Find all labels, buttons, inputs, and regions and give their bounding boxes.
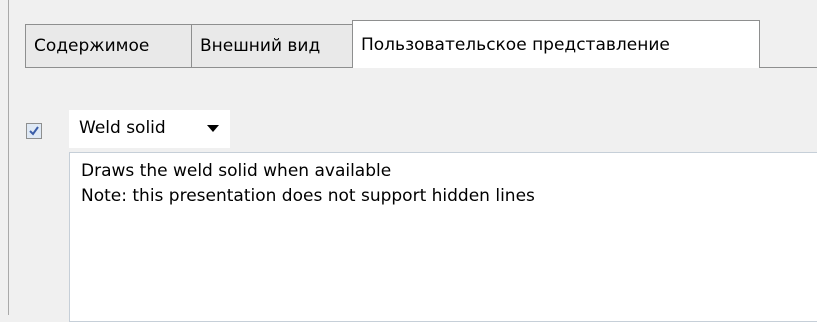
presentation-dropdown[interactable]: Weld solid <box>69 110 230 148</box>
tab-user-representation[interactable]: Пользовательское представление <box>352 20 760 68</box>
presentation-enabled-checkbox[interactable] <box>26 123 42 139</box>
presentation-dropdown-value: Weld solid <box>79 118 166 138</box>
chevron-down-icon <box>207 125 219 132</box>
tab-appearance[interactable]: Внешний вид <box>191 24 353 67</box>
panel-left-border <box>8 0 9 315</box>
tab-contents[interactable]: Содержимое <box>25 24 192 67</box>
checkmark-icon <box>29 126 39 136</box>
description-note: Note: this presentation does not support… <box>81 186 535 206</box>
presentation-description: Draws the weld solid when available Note… <box>69 152 817 322</box>
description-line: Draws the weld solid when available <box>81 161 392 181</box>
